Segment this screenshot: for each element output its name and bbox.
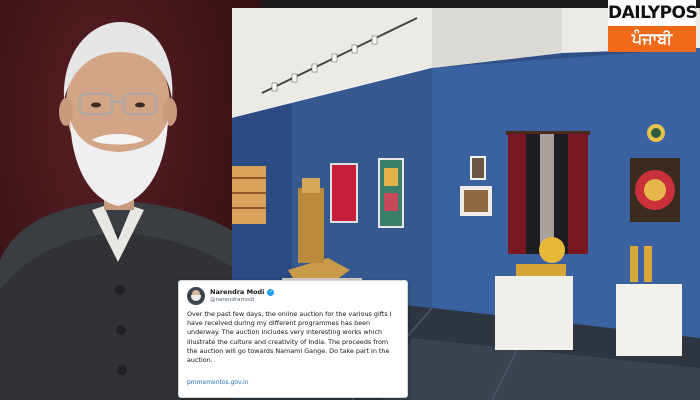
tweet-card[interactable]: Narendra Modi ✓ @narendramodi Over the p… <box>178 280 408 398</box>
tweet-text: Over the past few days, the online aucti… <box>187 310 392 365</box>
tweet-link[interactable]: pmmementos.gov.in <box>187 379 399 386</box>
tweet-author-handle[interactable]: @narendramodi <box>210 297 274 303</box>
tweet-header: Narendra Modi ✓ @narendramodi <box>187 287 399 305</box>
logo-wordmark: DAILYPOST <box>608 0 700 26</box>
avatar[interactable] <box>187 287 205 305</box>
verified-badge-icon: ✓ <box>267 289 275 297</box>
daily-post-punjabi-logo: DAILYPOST ਪੰਜਾਬੀ <box>608 0 700 52</box>
tweet-author-name[interactable]: Narendra Modi <box>210 289 264 296</box>
logo-subtitle: ਪੰਜਾਬੀ <box>608 26 696 52</box>
